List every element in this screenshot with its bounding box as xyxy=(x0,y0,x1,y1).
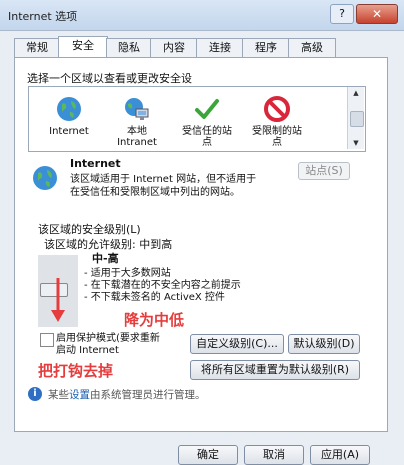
security-level-label: 该区域的安全级别(L) xyxy=(38,223,141,236)
info-suffix: 由系统管理员进行管理。 xyxy=(90,389,206,401)
tab-advanced[interactable]: 高级 xyxy=(288,38,336,57)
tab-connections[interactable]: 连接 xyxy=(196,38,244,57)
tab-programs[interactable]: 程序 xyxy=(242,38,290,57)
zone-list-scrollbar[interactable]: ▲ ▼ xyxy=(347,87,364,149)
help-button[interactable]: ? xyxy=(330,4,354,24)
scroll-thumb[interactable] xyxy=(350,111,364,127)
globe-icon xyxy=(56,96,82,122)
scroll-up-icon[interactable]: ▲ xyxy=(348,87,364,99)
selected-zone-globe-icon xyxy=(32,165,58,191)
tab-general[interactable]: 常规 xyxy=(14,38,60,57)
intranet-icon xyxy=(124,96,150,122)
window-title: Internet 选项 xyxy=(8,10,78,23)
info-icon: i xyxy=(28,387,42,401)
restricted-icon xyxy=(264,96,290,122)
apply-button[interactable]: 应用(A) xyxy=(310,445,370,465)
tab-privacy[interactable]: 隐私 xyxy=(106,38,152,57)
zone-label: Internet xyxy=(49,126,89,137)
zone-heading: 选择一个区域以查看或更改安全设 xyxy=(27,72,192,85)
checkmark-icon xyxy=(194,96,220,122)
zone-restricted[interactable]: 受限制的站 点 xyxy=(240,96,314,148)
security-level-name: 中-高 xyxy=(92,252,119,265)
protected-mode-checkbox[interactable] xyxy=(40,333,54,347)
zone-trusted[interactable]: 受信任的站 点 xyxy=(170,96,244,148)
selected-zone-description: 该区域适用于 Internet 网站，但不适用于 在受信任和受限制区域中列出的网… xyxy=(70,174,257,198)
cancel-button[interactable]: 取消 xyxy=(244,445,304,465)
settings-link[interactable]: 设置 xyxy=(69,389,90,401)
level-bullet: - 适用于大多数网站 xyxy=(84,268,171,279)
managed-settings-info: 某些设置由系统管理员进行管理。 xyxy=(48,387,206,402)
zone-label: 受限制的站 点 xyxy=(252,126,302,148)
protected-mode-label: 启用保护模式(要求重新 启动 Internet xyxy=(56,333,160,356)
annotation-uncheck: 把打钩去掉 xyxy=(38,362,114,380)
sites-button[interactable]: 站点(S) xyxy=(298,162,350,180)
reset-all-zones-button[interactable]: 将所有区域重置为默认级别(R) xyxy=(190,360,360,380)
default-level-button[interactable]: 默认级别(D) xyxy=(288,334,360,354)
zone-intranet[interactable]: 本地 Intranet xyxy=(100,96,174,148)
red-arrow-down-icon xyxy=(50,276,66,324)
selected-zone-title: Internet xyxy=(70,157,121,170)
annotation-lower-level: 降为中低 xyxy=(124,311,185,329)
level-bullet: - 在下载潜在的不安全内容之前提示 xyxy=(84,280,241,291)
zone-label: 本地 Intranet xyxy=(117,126,157,148)
ok-button[interactable]: 确定 xyxy=(178,445,238,465)
tab-content[interactable]: 内容 xyxy=(150,38,198,57)
tab-security[interactable]: 安全 xyxy=(58,36,108,58)
zone-internet[interactable]: Internet xyxy=(32,96,106,137)
close-button[interactable]: ✕ xyxy=(356,4,398,24)
info-prefix: 某些 xyxy=(48,389,69,401)
scroll-down-icon[interactable]: ▼ xyxy=(348,137,364,149)
zone-label: 受信任的站 点 xyxy=(182,126,232,148)
custom-level-button[interactable]: 自定义级别(C)... xyxy=(190,334,284,354)
level-bullet: - 不下载未签名的 ActiveX 控件 xyxy=(84,292,225,303)
